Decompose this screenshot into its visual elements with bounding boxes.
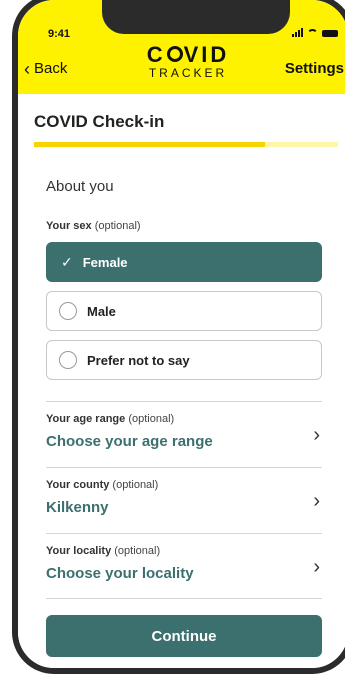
row-label-text: Your age range (46, 413, 126, 425)
age-range-row[interactable]: Your age range (optional) Choose your ag… (46, 401, 322, 467)
row-label-text: Your locality (46, 545, 112, 557)
app-logo: C VID TRACKER (128, 44, 248, 80)
battery-icon (322, 30, 338, 37)
option-female[interactable]: ✓ Female (46, 242, 322, 282)
option-label: Male (87, 303, 116, 319)
virus-icon (166, 46, 183, 63)
option-prefer-not-to-say[interactable]: Prefer not to say (46, 340, 322, 380)
row-label: Your age range (optional) (46, 413, 174, 425)
optional-text: (optional) (114, 545, 161, 557)
checkmark-icon: ✓ (61, 253, 73, 270)
option-label: Female (82, 254, 128, 270)
row-value: Kilkenny (46, 499, 109, 516)
radio-icon (59, 302, 77, 320)
optional-text: (optional) (128, 413, 175, 425)
continue-button[interactable]: Continue (46, 615, 322, 657)
progress-bar-fill (34, 142, 266, 147)
optional-text: (optional) (112, 479, 159, 491)
option-male[interactable]: Male (46, 291, 322, 331)
radio-icon (59, 351, 77, 369)
progress-bar (34, 142, 338, 147)
status-time: 9:41 (48, 28, 71, 40)
phone-notch (102, 0, 290, 34)
phone-frame: 9:41 ‹ Back C VID TRACKER Settings COVID … (12, 0, 345, 674)
row-value: Choose your age range (46, 433, 213, 450)
row-label: Your locality (optional) (46, 545, 160, 557)
option-label: Prefer not to say (87, 352, 190, 368)
chevron-right-icon: › (313, 424, 320, 446)
row-value: Choose your locality (46, 565, 194, 582)
back-button[interactable]: ‹ Back (24, 58, 68, 79)
county-row[interactable]: Your county (optional) Kilkenny › (46, 467, 322, 533)
row-label-text: Your county (46, 479, 110, 491)
logo-line2: TRACKER (148, 66, 228, 80)
chevron-right-icon: › (313, 490, 320, 512)
settings-button[interactable]: Settings (285, 60, 344, 77)
status-icons (292, 28, 338, 37)
locality-row[interactable]: Your locality (optional) Choose your loc… (46, 533, 322, 599)
chevron-right-icon: › (313, 556, 320, 578)
page-title: COVID Check-in (34, 112, 165, 131)
chevron-left-icon: ‹ (24, 58, 30, 79)
sex-question-label: Your sex (optional) (46, 220, 141, 232)
logo-line1: C VID (128, 44, 248, 66)
logo-line1-prefix: C (146, 42, 166, 67)
signal-icon (292, 28, 303, 37)
row-label: Your county (optional) (46, 479, 158, 491)
wifi-icon (307, 29, 318, 37)
sex-label: Your sex (46, 220, 92, 232)
main-content: COVID Check-in About you Your sex (optio… (18, 94, 345, 668)
optional-text: (optional) (94, 220, 141, 232)
section-title: About you (46, 178, 114, 195)
back-label: Back (34, 60, 68, 77)
logo-line1-suffix: VID (183, 42, 230, 67)
